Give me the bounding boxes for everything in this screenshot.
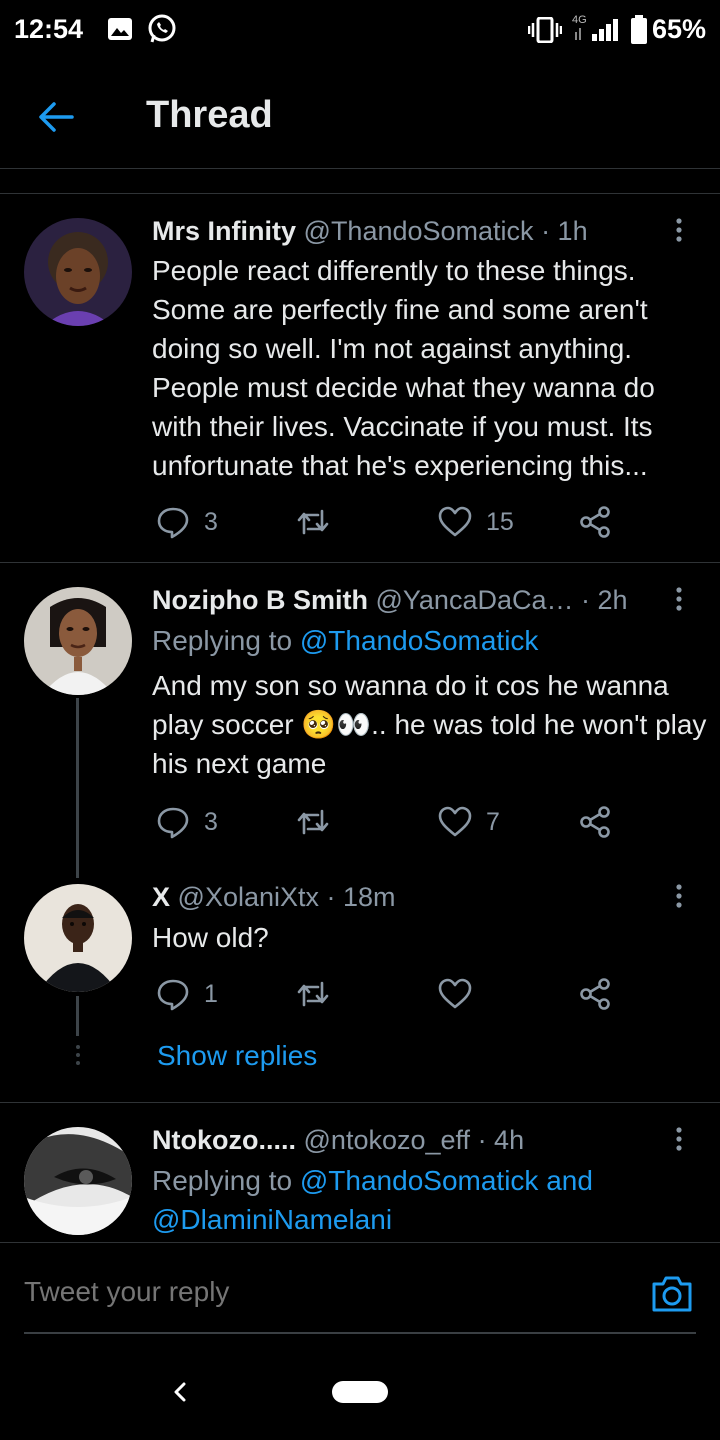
more-icon [676, 218, 682, 242]
replying-to: @DlaminiNamelani [152, 1200, 392, 1239]
reply-count: 3 [204, 507, 218, 536]
replying-to-label: Replying to [152, 1165, 300, 1196]
avatar[interactable] [24, 1127, 132, 1235]
reply-count: 1 [204, 979, 218, 1008]
more-button[interactable] [667, 585, 691, 615]
like-button[interactable]: 15 [438, 504, 514, 540]
tweet-text: And my son so wanna do it cos he wanna p… [152, 670, 707, 779]
like-count: 7 [486, 807, 500, 836]
reply-icon [157, 979, 189, 1011]
like-icon [438, 978, 472, 1009]
back-button[interactable] [34, 95, 78, 139]
system-back-button[interactable] [168, 1376, 192, 1408]
camera-button[interactable] [650, 1272, 694, 1316]
replying-to-label: Replying to [152, 625, 300, 656]
tweet-time: · 18m [326, 882, 396, 912]
tweet-text: People react differently to these things… [152, 255, 655, 481]
more-button[interactable] [667, 882, 691, 912]
retweet-button[interactable] [296, 504, 344, 540]
whatsapp-notification-icon [146, 13, 178, 50]
replying-to-link[interactable]: @ThandoSomatick [300, 625, 539, 656]
tweet-time: · 2h [581, 585, 628, 615]
more-icon [676, 587, 682, 611]
reply-input[interactable] [24, 1276, 624, 1308]
like-count: 15 [486, 507, 514, 536]
status-bar: 12:54 4G 65% [0, 0, 720, 64]
replying-to: Replying to @ThandoSomatick [152, 621, 538, 660]
signal-icon [574, 18, 620, 47]
thread-connector [76, 996, 79, 1036]
header-divider [0, 168, 720, 169]
tweet-divider [0, 1102, 720, 1103]
author-handle[interactable]: @YancaDaCa… [376, 585, 574, 615]
battery-percent: 65% [651, 14, 706, 44]
tweet-time: · 4h [477, 1125, 525, 1155]
tweet-text: How old? [152, 922, 269, 953]
show-replies-link[interactable]: Show replies [157, 1040, 317, 1072]
camera-icon [652, 1276, 692, 1312]
back-arrow-icon [39, 102, 74, 132]
reply-button[interactable]: 3 [156, 504, 218, 540]
avatar[interactable] [24, 587, 132, 695]
battery-icon [630, 15, 648, 50]
reply-button[interactable]: 3 [156, 804, 218, 840]
share-button[interactable] [578, 804, 626, 840]
gallery-notification-icon [107, 16, 133, 47]
tweet-header: Ntokozo..... @ntokozo_eff · 4h [152, 1125, 524, 1156]
retweet-icon [297, 981, 329, 1007]
retweet-icon [297, 809, 329, 835]
retweet-button[interactable] [296, 976, 344, 1012]
author-name[interactable]: Nozipho B Smith [152, 585, 368, 615]
reply-input-underline [24, 1332, 696, 1334]
tweet-divider [0, 562, 720, 563]
tweet-header: Mrs Infinity @ThandoSomatick · 1h [152, 216, 588, 247]
tweet-header: Nozipho B Smith @YancaDaCa… · 2h [152, 585, 628, 616]
replying-to: Replying to @ThandoSomatick and [152, 1161, 593, 1200]
share-icon [580, 978, 610, 1010]
like-button[interactable]: 7 [438, 804, 500, 840]
reply-button[interactable]: 1 [156, 976, 218, 1012]
author-handle[interactable]: @XolaniXtx [178, 882, 319, 912]
thread-dots [71, 1044, 85, 1073]
author-name[interactable]: Ntokozo..... [152, 1125, 296, 1155]
reply-count: 3 [204, 807, 218, 836]
page-title: Thread [146, 94, 273, 136]
tweet-header: X @XolaniXtx · 18m [152, 882, 396, 913]
share-button[interactable] [578, 976, 626, 1012]
retweet-button[interactable] [296, 804, 344, 840]
author-handle[interactable]: @ThandoSomatick [304, 216, 534, 246]
author-handle[interactable]: @ntokozo_eff [304, 1125, 471, 1155]
like-button[interactable] [438, 976, 486, 1012]
more-icon [676, 884, 682, 908]
like-icon [438, 506, 472, 537]
share-button[interactable] [578, 504, 626, 540]
more-button[interactable] [667, 216, 691, 246]
status-time: 12:54 [14, 14, 84, 44]
thread-connector [76, 698, 79, 878]
avatar[interactable] [24, 218, 132, 326]
vibrate-icon [527, 16, 563, 48]
share-icon [580, 506, 610, 538]
avatar[interactable] [24, 884, 132, 992]
reply-bar [0, 1240, 720, 1440]
share-icon [580, 806, 610, 838]
more-button[interactable] [667, 1125, 691, 1155]
system-home-pill[interactable] [332, 1381, 388, 1403]
chevron-left-icon [174, 1382, 186, 1402]
author-name[interactable]: Mrs Infinity [152, 216, 296, 246]
section-divider [0, 193, 720, 194]
retweet-icon [297, 509, 329, 535]
reply-bar-divider [0, 1242, 720, 1243]
replying-to-link[interactable]: @DlaminiNamelani [152, 1204, 392, 1235]
reply-icon [157, 507, 189, 539]
more-icon [676, 1127, 682, 1151]
like-icon [438, 806, 472, 837]
reply-icon [157, 807, 189, 839]
replying-to-link[interactable]: @ThandoSomatick and [300, 1165, 593, 1196]
author-name[interactable]: X [152, 882, 170, 912]
tweet-time: · 1h [541, 216, 588, 246]
